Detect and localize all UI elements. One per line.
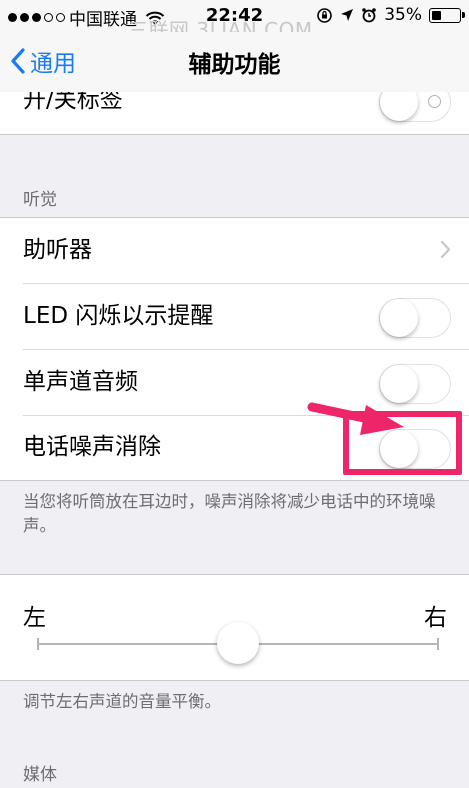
toggle-knob — [380, 298, 418, 337]
status-right: 35% — [316, 5, 465, 25]
alarm-icon — [362, 8, 377, 23]
mono-audio-label: 单声道音频 — [23, 369, 138, 395]
rotation-lock-icon — [317, 7, 333, 23]
toggle-off-indicator-icon — [428, 95, 441, 108]
slider-tick-right — [437, 638, 439, 650]
hearing-header: 听觉 — [23, 190, 57, 210]
balance-footer: 调节左右声道的音量平衡。 — [23, 692, 221, 711]
toggle-knob — [380, 92, 418, 121]
battery-icon — [429, 7, 465, 23]
chevron-right-icon — [440, 240, 451, 259]
led-flash-toggle[interactable] — [379, 298, 451, 338]
balance-slider-thumb[interactable] — [217, 622, 259, 664]
onoff-labels-toggle[interactable] — [379, 92, 451, 122]
annotation-arrow-icon — [307, 402, 404, 435]
noise-cancellation-label: 电话噪声消除 — [23, 434, 161, 460]
onoff-labels-label: 开/关标签 — [23, 92, 123, 113]
led-flash-row: LED 闪烁以示提醒 — [0, 284, 469, 349]
balance-right-label: 右 — [424, 605, 447, 631]
page-title: 辅助功能 — [188, 52, 281, 78]
slider-tick-left — [37, 638, 39, 650]
onoff-labels-row: 开/关标签 — [0, 92, 469, 133]
location-icon — [341, 9, 354, 21]
labels-group: 开/关标签 — [0, 92, 469, 135]
led-flash-label: LED 闪烁以示提醒 — [23, 303, 214, 329]
noise-cancellation-footer: 当您将听筒放在耳边时，噪声消除将减少电话中的环境噪声。 — [23, 492, 436, 535]
hearing-aids-label: 助听器 — [23, 237, 92, 263]
hearing-aids-row[interactable]: 助听器 — [0, 218, 469, 283]
media-header: 媒体 — [23, 765, 57, 785]
status-bar: 中国联通 22:42 三联网 3LIAN.COM 35% — [0, 0, 469, 42]
battery-percent: 35% — [384, 5, 422, 25]
balance-left-label: 左 — [23, 605, 46, 631]
